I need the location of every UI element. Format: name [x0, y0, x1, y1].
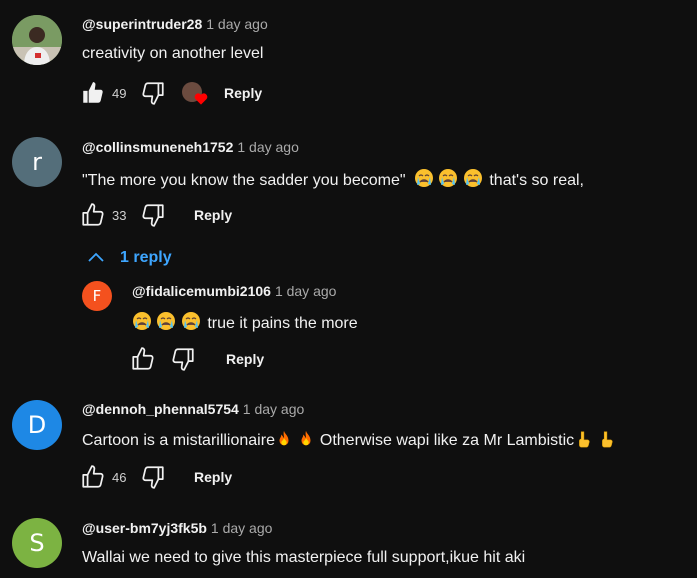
comment-actions: 49 Reply: [80, 78, 262, 108]
crying-face-icon: [463, 168, 483, 188]
reply-button[interactable]: Reply: [224, 85, 262, 101]
comment-actions: 46 Reply: [80, 462, 232, 492]
comment-1: @superintruder28 1 day ago creativity on …: [0, 0, 697, 120]
dislike-icon[interactable]: [140, 202, 166, 228]
creator-heart-icon: [182, 80, 212, 106]
pointing-down-icon: [597, 430, 615, 448]
reply-actions: Reply: [130, 344, 264, 374]
crying-face-icon: [132, 311, 152, 331]
fire-icon: [275, 430, 293, 448]
timestamp[interactable]: 1 day ago: [243, 401, 305, 417]
avatar[interactable]: r: [12, 137, 62, 187]
reply-timestamp[interactable]: 1 day ago: [275, 283, 337, 299]
reply-avatar[interactable]: F: [82, 281, 112, 311]
avatar[interactable]: [12, 15, 62, 65]
chevron-up-icon: [86, 248, 106, 268]
author-name[interactable]: @dennoh_phennal5754: [82, 401, 239, 417]
comment-text: Wallai we need to give this masterpiece …: [82, 549, 526, 566]
reply-author-name[interactable]: @fidalicemumbi2106: [132, 283, 271, 299]
replies-toggle-button[interactable]: 1 reply: [86, 246, 172, 270]
like-icon[interactable]: [130, 346, 156, 372]
comment-text-end: Otherwise wapi like za Mr Lambistic: [319, 432, 575, 449]
comment-actions: 33 Reply: [80, 200, 232, 230]
like-icon[interactable]: [80, 202, 106, 228]
timestamp[interactable]: 1 day ago: [237, 139, 299, 155]
fire-icon: [297, 430, 315, 448]
avatar[interactable]: S: [12, 518, 62, 568]
reply-text-content: true it pains the more: [207, 315, 358, 332]
profile-photo-icon: [12, 15, 62, 65]
reply-button[interactable]: Reply: [194, 207, 232, 223]
comment-text: Cartoon is a mistarillionaire Otherwise …: [82, 430, 615, 450]
comment-text-start: "The more you know the sadder you become…: [82, 172, 406, 189]
dislike-icon[interactable]: [140, 80, 166, 106]
crying-face-icon: [181, 311, 201, 331]
like-count: 46: [112, 469, 127, 485]
replies-toggle-label: 1 reply: [120, 249, 172, 266]
comment-header: @dennoh_phennal5754 1 day ago: [82, 401, 304, 417]
comment-text-end: that's so real,: [489, 172, 584, 189]
like-count: 33: [112, 207, 127, 223]
comment-text-start: Cartoon is a mistarillionaire: [82, 432, 275, 449]
comment-header: @superintruder28 1 day ago: [82, 16, 268, 32]
dislike-icon[interactable]: [140, 464, 166, 490]
reply-header: @fidalicemumbi2106 1 day ago: [132, 283, 336, 299]
timestamp[interactable]: 1 day ago: [206, 16, 268, 32]
reply-button[interactable]: Reply: [226, 351, 264, 367]
crying-face-icon: [156, 311, 176, 331]
crying-face-icon: [414, 168, 434, 188]
dislike-icon[interactable]: [170, 346, 196, 372]
comment-header: @user-bm7yj3fk5b 1 day ago: [82, 520, 272, 536]
pointing-down-icon: [574, 430, 592, 448]
avatar[interactable]: D: [12, 400, 62, 450]
like-icon[interactable]: [80, 464, 106, 490]
comment-header: @collinsmuneneh1752 1 day ago: [82, 139, 299, 155]
reply-button[interactable]: Reply: [194, 469, 232, 485]
timestamp[interactable]: 1 day ago: [211, 520, 273, 536]
comment-text: creativity on another level: [82, 45, 264, 62]
like-icon[interactable]: [80, 80, 106, 106]
author-name[interactable]: @user-bm7yj3fk5b: [82, 520, 207, 536]
crying-face-icon: [438, 168, 458, 188]
comment-text: "The more you know the sadder you become…: [82, 168, 584, 190]
reply-text: true it pains the more: [132, 311, 358, 333]
author-name[interactable]: @collinsmuneneh1752: [82, 139, 233, 155]
like-count: 49: [112, 85, 127, 101]
author-name[interactable]: @superintruder28: [82, 16, 202, 32]
